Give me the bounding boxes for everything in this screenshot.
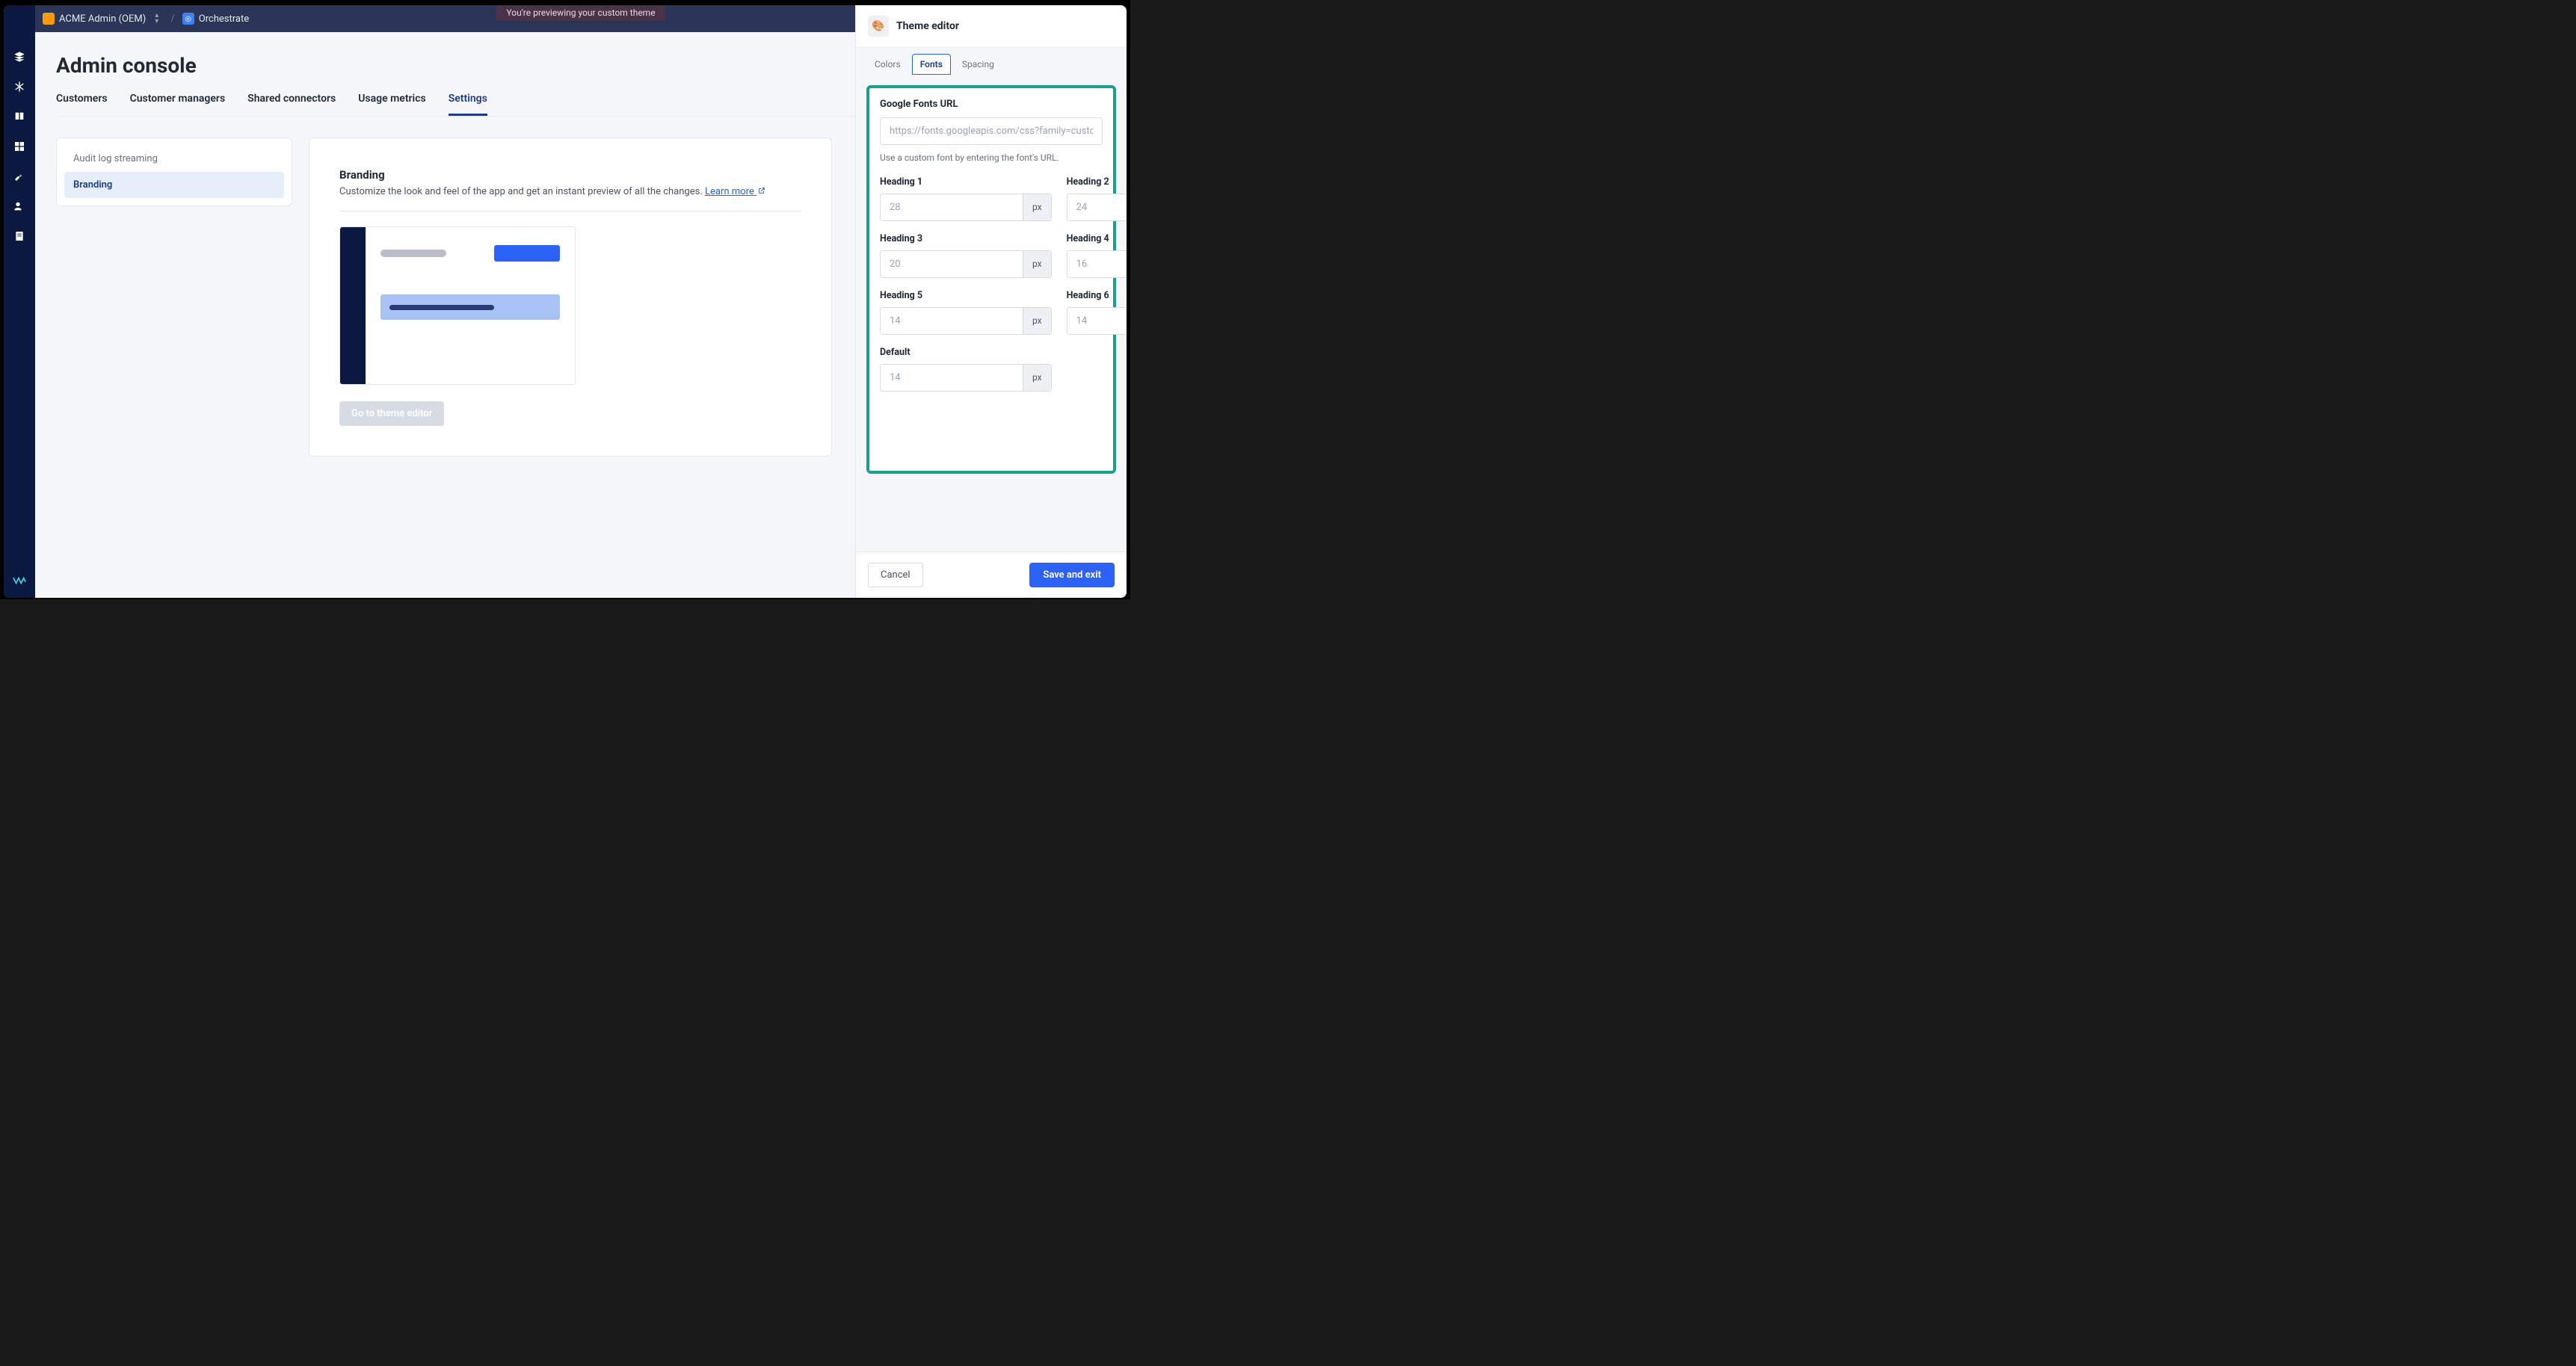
heading3-input[interactable] <box>881 251 1023 277</box>
grid-icon[interactable] <box>13 140 26 153</box>
subnav-audit-log[interactable]: Audit log streaming <box>64 146 284 172</box>
wrench-icon[interactable] <box>13 170 26 183</box>
default-font-input[interactable] <box>881 365 1023 391</box>
theme-tab-spacing[interactable]: Spacing <box>954 54 1002 75</box>
sidebar-rail <box>4 5 35 598</box>
breadcrumb-separator: / <box>170 13 174 25</box>
heading4-input[interactable] <box>1067 251 1127 277</box>
tab-usage-metrics[interactable]: Usage metrics <box>358 93 425 116</box>
theme-editor-tabs: Colors Fonts Spacing <box>856 48 1127 75</box>
heading2-input[interactable] <box>1067 194 1127 220</box>
theme-preview-illustration <box>339 226 576 385</box>
palette-icon: 🎨 <box>868 16 889 37</box>
theme-tab-colors[interactable]: Colors <box>866 54 909 75</box>
fonts-section: Google Fonts URL Use a custom font by en… <box>866 85 1116 474</box>
tab-settings[interactable]: Settings <box>449 93 487 116</box>
heading6-input[interactable] <box>1067 308 1127 334</box>
heading4-label: Heading 4 <box>1067 233 1127 244</box>
branding-description: Customize the look and feel of the app a… <box>339 186 801 197</box>
heading5-label: Heading 5 <box>880 290 1052 301</box>
theme-editor-title: Theme editor <box>896 20 959 32</box>
tab-customer-managers[interactable]: Customer managers <box>130 93 226 116</box>
heading1-input[interactable] <box>881 194 1023 220</box>
heading3-label: Heading 3 <box>880 233 1052 244</box>
snowflake-icon[interactable] <box>13 80 26 93</box>
go-to-theme-editor-button[interactable]: Go to theme editor <box>339 401 444 426</box>
unit-label: px <box>1023 194 1051 220</box>
heading6-label: Heading 6 <box>1067 290 1127 301</box>
branding-card: Branding Customize the look and feel of … <box>309 137 832 457</box>
settings-subnav: Audit log streaming Branding <box>56 137 292 206</box>
book-icon[interactable] <box>13 110 26 123</box>
project-selector[interactable]: ◎ Orchestrate <box>182 13 249 25</box>
user-plus-icon[interactable] <box>13 200 26 213</box>
heading5-input[interactable] <box>881 308 1023 334</box>
workspace-name: ACME Admin (OEM) <box>59 13 146 25</box>
stack-icon[interactable] <box>13 50 26 64</box>
external-link-icon <box>758 186 765 194</box>
project-icon: ◎ <box>182 13 194 25</box>
theme-tab-fonts[interactable]: Fonts <box>912 54 951 75</box>
cancel-button[interactable]: Cancel <box>868 563 923 587</box>
theme-editor-panel: 🎨 Theme editor Colors Fonts Spacing Goog… <box>855 5 1127 598</box>
google-fonts-label: Google Fonts URL <box>880 99 1103 110</box>
branding-heading: Branding <box>339 168 801 182</box>
tab-customers[interactable]: Customers <box>56 93 108 116</box>
brand-logo-icon <box>13 574 26 587</box>
heading2-label: Heading 2 <box>1067 176 1127 188</box>
report-icon[interactable] <box>13 229 26 243</box>
save-and-exit-button[interactable]: Save and exit <box>1029 563 1115 587</box>
heading1-label: Heading 1 <box>880 176 1052 188</box>
default-font-label: Default <box>880 347 1052 358</box>
workspace-selector[interactable]: 🔶 ACME Admin (OEM) ▴▾ <box>43 13 163 25</box>
subnav-branding[interactable]: Branding <box>64 172 284 198</box>
google-fonts-hint: Use a custom font by entering the font's… <box>880 152 1103 163</box>
project-name: Orchestrate <box>199 13 249 25</box>
workspace-icon: 🔶 <box>43 13 55 25</box>
learn-more-link[interactable]: Learn more <box>705 186 765 197</box>
tab-shared-connectors[interactable]: Shared connectors <box>247 93 336 116</box>
preview-banner: You're previewing your custom theme <box>496 5 665 21</box>
google-fonts-url-input[interactable] <box>880 117 1103 145</box>
chevron-updown-icon: ▴▾ <box>155 13 158 25</box>
